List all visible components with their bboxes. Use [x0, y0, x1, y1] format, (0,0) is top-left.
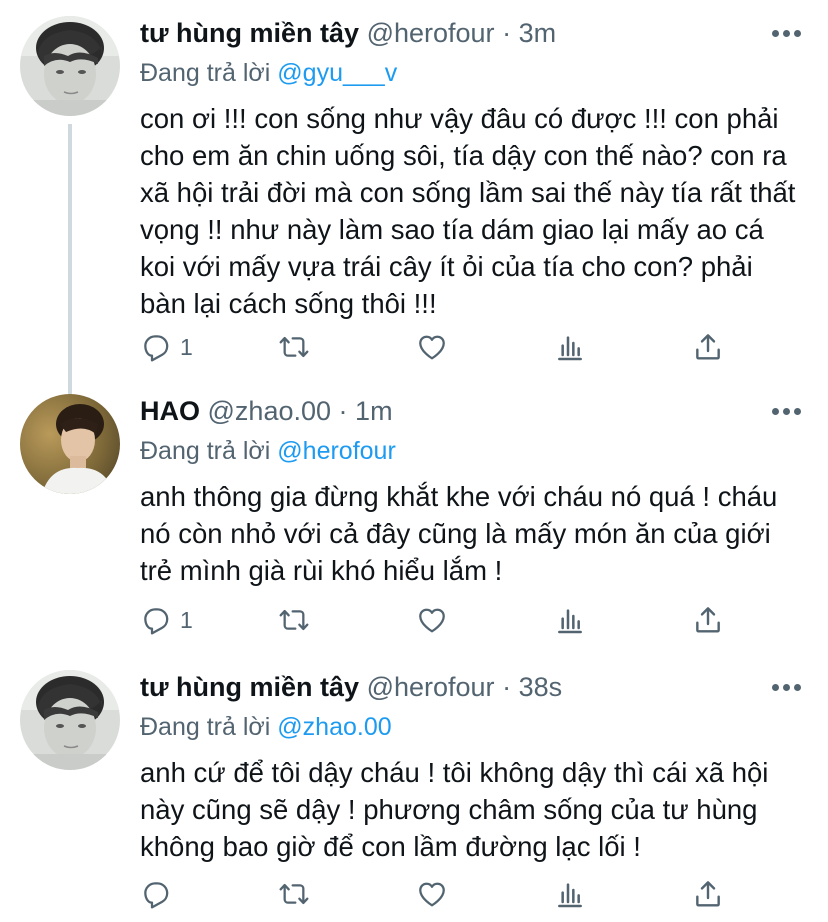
thread-line — [68, 124, 72, 394]
display-name[interactable]: tư hùng miền tây — [140, 18, 359, 48]
display-name[interactable]: HAO — [140, 396, 200, 426]
avatar-image — [20, 670, 120, 770]
heart-icon — [416, 878, 448, 910]
replying-to: Đang trả lời @herofour — [140, 434, 396, 468]
timestamp[interactable]: 38s — [519, 672, 563, 702]
action-bar — [140, 874, 740, 914]
avatar[interactable] — [20, 670, 120, 770]
replying-to-handle[interactable]: @herofour — [277, 437, 396, 465]
tweet-header: tư hùng miền tây @herofour · 3m — [140, 16, 556, 50]
replying-prefix: Đang trả lời — [140, 437, 271, 465]
analytics-icon — [554, 331, 586, 363]
separator: · — [338, 396, 348, 426]
replying-prefix: Đang trả lời — [140, 59, 271, 87]
action-bar: 1 — [140, 327, 740, 367]
reply-icon — [140, 604, 172, 636]
separator: · — [502, 18, 512, 48]
separator: · — [502, 672, 512, 702]
like-button[interactable] — [416, 327, 448, 367]
action-bar: 1 — [140, 600, 740, 640]
timestamp[interactable]: 3m — [519, 18, 557, 48]
reply-count: 1 — [180, 606, 193, 633]
share-button[interactable] — [692, 600, 724, 640]
more-icon[interactable] — [772, 30, 802, 38]
retweet-icon — [278, 878, 310, 910]
analytics-icon — [554, 878, 586, 910]
replying-to: Đang trả lời @gyu___v — [140, 56, 397, 90]
reply-count: 1 — [180, 333, 193, 360]
tweet[interactable]: tư hùng miền tây @herofour · 3m Đang trả… — [0, 16, 828, 394]
analytics-button[interactable] — [554, 327, 586, 367]
retweet-button[interactable] — [278, 600, 310, 640]
avatar[interactable] — [20, 394, 120, 494]
handle[interactable]: @zhao.00 — [208, 396, 332, 426]
analytics-button[interactable] — [554, 874, 586, 914]
share-button[interactable] — [692, 874, 724, 914]
more-icon[interactable] — [772, 684, 802, 692]
analytics-icon — [554, 604, 586, 636]
reply-button[interactable] — [140, 874, 172, 914]
retweet-button[interactable] — [278, 327, 310, 367]
share-icon — [692, 878, 724, 910]
replying-to: Đang trả lời @zhao.00 — [140, 710, 392, 744]
handle[interactable]: @herofour — [367, 18, 495, 48]
avatar-image — [20, 16, 120, 116]
heart-icon — [416, 331, 448, 363]
tweet[interactable]: tư hùng miền tây @herofour · 38s Đang tr… — [0, 670, 828, 922]
avatar-image — [20, 394, 120, 494]
tweet-text: con ơi !!! con sống như vậy đâu có được … — [140, 103, 796, 319]
tweet-text: anh thông gia đừng khắt khe với cháu nó … — [140, 481, 778, 586]
heart-icon — [416, 604, 448, 636]
retweet-icon — [278, 604, 310, 636]
avatar[interactable] — [20, 16, 120, 116]
reply-icon — [140, 878, 172, 910]
replying-to-handle[interactable]: @gyu___v — [277, 59, 397, 87]
tweet[interactable]: HAO @zhao.00 · 1m Đang trả lời @herofour… — [0, 394, 828, 654]
reply-button[interactable]: 1 — [140, 600, 193, 640]
handle[interactable]: @herofour — [367, 672, 495, 702]
tweet-header: tư hùng miền tây @herofour · 38s — [140, 670, 562, 704]
retweet-button[interactable] — [278, 874, 310, 914]
reply-button[interactable]: 1 — [140, 327, 193, 367]
like-button[interactable] — [416, 874, 448, 914]
like-button[interactable] — [416, 600, 448, 640]
replying-prefix: Đang trả lời — [140, 713, 271, 741]
reply-icon — [140, 331, 172, 363]
analytics-button[interactable] — [554, 600, 586, 640]
share-icon — [692, 331, 724, 363]
share-button[interactable] — [692, 327, 724, 367]
more-icon[interactable] — [772, 408, 802, 416]
replying-to-handle[interactable]: @zhao.00 — [277, 713, 391, 741]
tweet-text: anh cứ để tôi dậy cháu ! tôi không dậy t… — [140, 757, 769, 862]
retweet-icon — [278, 331, 310, 363]
display-name[interactable]: tư hùng miền tây — [140, 672, 359, 702]
tweet-header: HAO @zhao.00 · 1m — [140, 394, 393, 428]
share-icon — [692, 604, 724, 636]
timestamp[interactable]: 1m — [355, 396, 393, 426]
